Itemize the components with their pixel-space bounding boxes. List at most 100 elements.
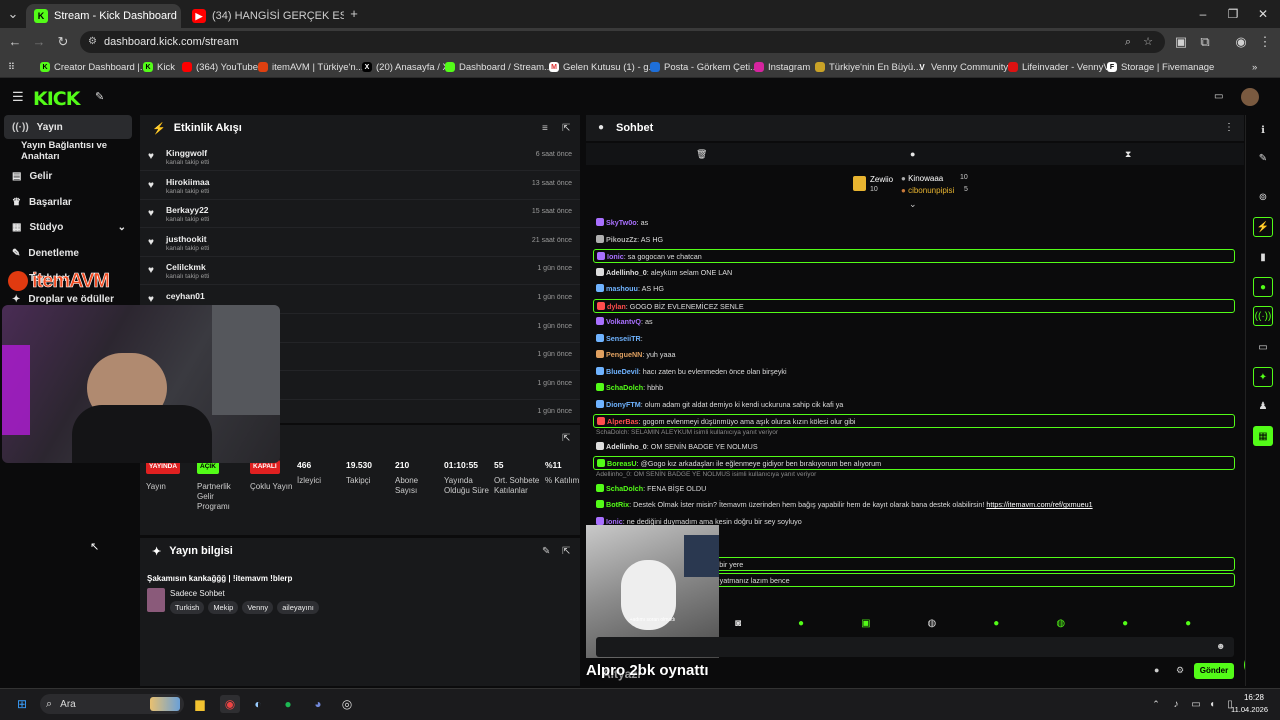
popout-icon[interactable]: ⇱ xyxy=(562,433,570,444)
zoom-icon[interactable]: ⌕ xyxy=(1125,31,1131,53)
extensions-puzzle-icon[interactable]: ⧉ xyxy=(1196,33,1214,51)
close-window-button[interactable]: ✕ xyxy=(1248,4,1278,24)
kick-logo[interactable]: KICK xyxy=(33,88,80,110)
hamburger-menu-icon[interactable]: ☰ xyxy=(12,89,24,105)
bolt-icon[interactable]: ⚡ xyxy=(1253,217,1273,237)
emote-icon[interactable]: ◍ xyxy=(928,618,937,632)
chat-mode-icon[interactable]: ● xyxy=(910,149,915,159)
taskbar-search[interactable]: ⌕ Ara xyxy=(40,694,184,714)
discord-icon[interactable]: ◕ xyxy=(308,695,328,713)
chat-username[interactable]: Adellinho_0 xyxy=(606,268,647,277)
emote-icon[interactable]: ● xyxy=(993,618,999,632)
bookmark-item[interactable]: V Venny Community xyxy=(917,59,1008,75)
windows-start-icon[interactable]: ⊞ xyxy=(12,695,32,713)
chat-username[interactable]: dylan xyxy=(607,302,626,311)
bookmark-item[interactable]: X (20) Anasayfa / X xyxy=(362,59,449,75)
emote-icon[interactable]: ◍ xyxy=(1056,618,1065,632)
stream-tag[interactable]: Mekip xyxy=(208,601,239,614)
new-tab-button[interactable]: + xyxy=(345,5,363,23)
chat-bubble-icon[interactable]: ● xyxy=(1154,665,1159,675)
chat-menu-icon[interactable]: ⋮ xyxy=(1224,122,1234,133)
chat-input[interactable] xyxy=(596,637,1234,657)
emote-icon[interactable]: ▣ xyxy=(861,618,870,632)
event-username[interactable]: Celilckmk xyxy=(166,262,206,272)
emote-icon[interactable]: ◙ xyxy=(735,618,741,632)
event-username[interactable]: Berkayy22 xyxy=(166,205,209,215)
tab-kick-dashboard[interactable]: K Stream - Kick Dashboard ✕ xyxy=(26,4,181,28)
chevron-down-icon[interactable]: ⌄ xyxy=(909,199,917,210)
trash-icon[interactable]: 🗑 xyxy=(696,149,707,160)
clock-date[interactable]: 11.04.2026 xyxy=(1218,705,1268,714)
apps-icon[interactable]: ⠿ xyxy=(8,59,15,75)
chrome-icon[interactable]: ◉ xyxy=(220,695,240,713)
sidebar-item-yayin[interactable]: ((·)) Yayın xyxy=(4,115,132,139)
target-icon[interactable]: ⊚ xyxy=(1253,187,1273,207)
info-icon[interactable]: ℹ xyxy=(1253,120,1273,140)
chat-username[interactable]: VolkantvQ xyxy=(606,317,641,326)
event-username[interactable]: justhookit xyxy=(166,234,207,244)
chat-username[interactable]: SkyTw0o xyxy=(606,218,637,227)
maximize-button[interactable]: ❐ xyxy=(1218,4,1248,24)
sticker-icon[interactable]: ▦ xyxy=(1253,426,1273,446)
stream-tag[interactable]: Turkish xyxy=(170,601,205,614)
extension-icon[interactable]: ▣ xyxy=(1172,33,1190,51)
event-username[interactable]: ceyhan01 xyxy=(166,291,205,301)
card-icon[interactable]: ▭ xyxy=(1214,91,1223,102)
settings-icon[interactable]: ⚙ xyxy=(1176,665,1184,676)
bookmark-item[interactable]: K Creator Dashboard |... xyxy=(40,59,148,75)
pencil-icon[interactable]: ✎ xyxy=(1253,148,1273,168)
user-avatar[interactable] xyxy=(1241,88,1259,106)
chat-username[interactable]: SchaDolch xyxy=(606,484,643,493)
category-name[interactable]: Sadece Sohbet xyxy=(170,589,225,598)
popout-icon[interactable]: ⇱ xyxy=(562,546,570,557)
send-button[interactable]: Gönder xyxy=(1194,663,1234,679)
chat-username[interactable]: AlperBas xyxy=(607,417,639,426)
minimize-button[interactable]: – xyxy=(1188,4,1218,24)
community-icon[interactable]: ♟ xyxy=(1253,396,1273,416)
emoji-icon[interactable]: ☻ xyxy=(1216,641,1225,651)
sidebar-item-denetleme[interactable]: ✎ Denetleme xyxy=(4,241,132,265)
chat-username[interactable]: Ionic xyxy=(607,252,624,261)
event-username[interactable]: Kinggwolf xyxy=(166,148,207,158)
browser-menu-icon[interactable]: ⋮ xyxy=(1256,33,1274,51)
back-icon[interactable]: ← xyxy=(6,33,24,51)
bookmark-item[interactable]: Türkiye'nin En Büyü... xyxy=(815,59,921,75)
chat-username[interactable]: SenseiiTR xyxy=(606,334,641,343)
chat-icon[interactable]: ● xyxy=(1253,277,1273,297)
emote-icon[interactable]: ● xyxy=(1122,618,1128,632)
profile-avatar-icon[interactable]: ◉ xyxy=(1232,33,1250,51)
reload-icon[interactable]: ↻ xyxy=(54,33,72,51)
sidebar-item-droplar[interactable]: ✦ Droplar ve ödüller xyxy=(4,292,132,306)
chat-username[interactable]: DionyFTM xyxy=(606,400,641,409)
clock-time[interactable]: 16:28 xyxy=(1228,693,1264,702)
broadcast-icon[interactable]: ((·)) xyxy=(1253,306,1273,326)
chat-username[interactable]: PengueNN xyxy=(606,350,642,359)
chat-username[interactable]: PikouzZz xyxy=(606,235,637,244)
chat-username[interactable]: BotRix xyxy=(606,500,629,509)
bookmark-item[interactable]: Instagram xyxy=(754,59,810,75)
spotify-icon[interactable]: ● xyxy=(278,695,298,713)
sidebar-item-stream-key[interactable]: Yayın Bağlantısı ve Anahtarı xyxy=(4,139,132,163)
emote-icon[interactable]: ● xyxy=(798,618,804,632)
card-icon[interactable]: ▭ xyxy=(1253,337,1273,357)
app-icon[interactable]: ◎ xyxy=(337,695,357,713)
steam-icon[interactable]: ◐ xyxy=(248,695,268,713)
bookmark-item[interactable]: Lifeinvader - VennyV xyxy=(1008,59,1110,75)
emote-icon[interactable]: ● xyxy=(1185,618,1191,632)
bookmark-item[interactable]: M Gelen Kutusu (1) - g... xyxy=(549,59,656,75)
chat-username[interactable]: SchaDolch xyxy=(606,383,643,392)
tab-youtube[interactable]: ▶ (34) HANGİSİ GERÇEK ESKİ SEV ✕ xyxy=(184,4,344,28)
popout-icon[interactable]: ⇱ xyxy=(562,123,570,134)
chat-username[interactable]: BlueDevil xyxy=(606,367,639,376)
bookmark-item[interactable]: Dashboard / Stream... xyxy=(445,59,552,75)
bookmark-star-icon[interactable]: ☆ xyxy=(1143,31,1153,53)
filter-icon[interactable]: ≡ xyxy=(542,123,548,134)
pin-icon[interactable]: ✎ xyxy=(95,90,104,103)
wrench-icon[interactable]: ✦ xyxy=(1253,367,1273,387)
stream-tag[interactable]: Venny xyxy=(242,601,274,614)
chat-username[interactable]: Adellinho_0 xyxy=(606,442,647,451)
sidebar-item-studyo[interactable]: ▦ Stüdyo ⌄ xyxy=(4,215,132,239)
hourglass-icon[interactable]: ⧗ xyxy=(1125,149,1131,160)
bookmark-item[interactable]: K Kick xyxy=(143,59,175,75)
forward-icon[interactable]: → xyxy=(30,33,48,51)
